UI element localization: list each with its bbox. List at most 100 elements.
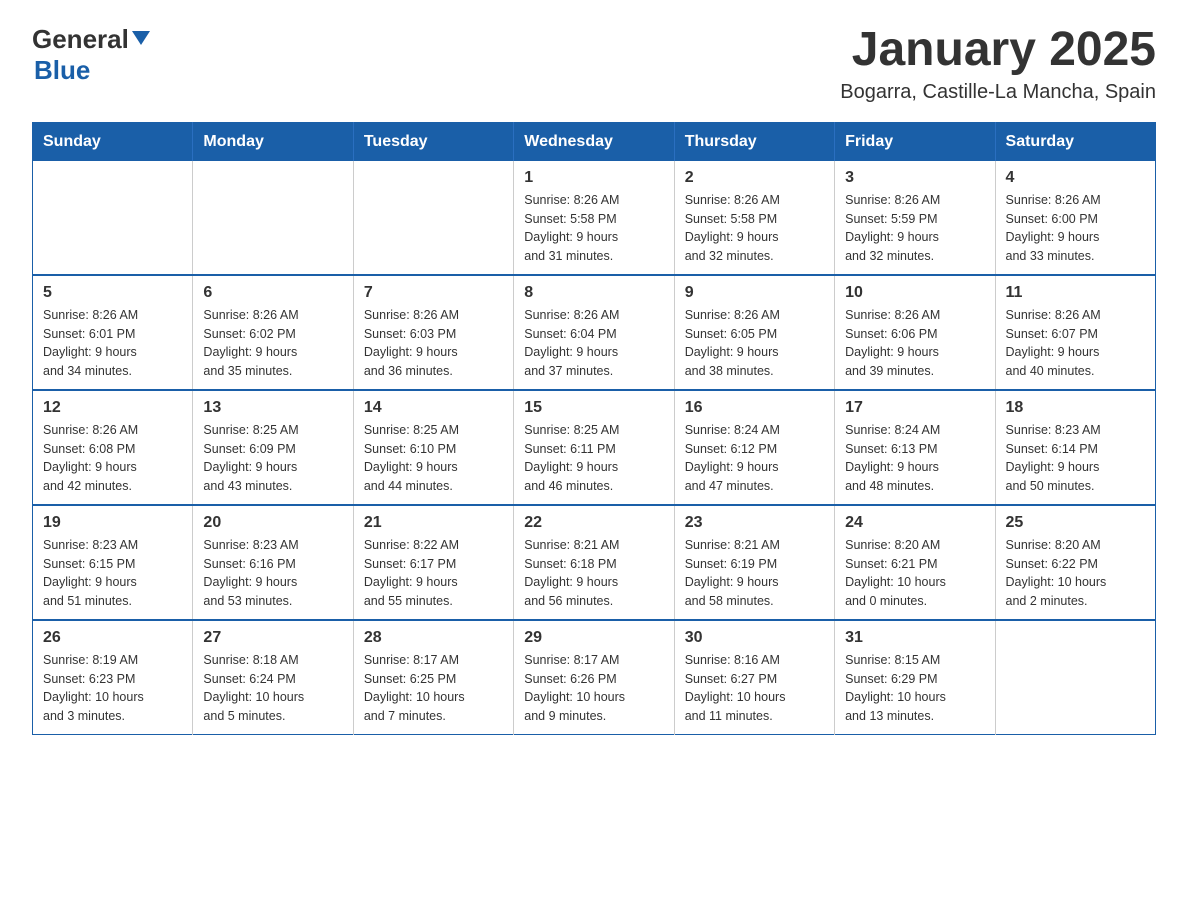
day-info: Sunrise: 8:22 AM Sunset: 6:17 PM Dayligh… [364,536,503,611]
day-info: Sunrise: 8:26 AM Sunset: 6:08 PM Dayligh… [43,421,182,496]
logo-arrow-icon [132,31,150,50]
day-number: 13 [203,399,342,417]
week-row-2: 5 Sunrise: 8:26 AM Sunset: 6:01 PM Daylig… [33,275,1156,390]
day-number: 12 [43,399,182,417]
day-info: Sunrise: 8:26 AM Sunset: 6:06 PM Dayligh… [845,306,984,381]
day-number: 27 [203,629,342,647]
day-number: 17 [845,399,984,417]
day-info: Sunrise: 8:15 AM Sunset: 6:29 PM Dayligh… [845,651,984,726]
day-number: 19 [43,514,182,532]
day-info: Sunrise: 8:26 AM Sunset: 6:04 PM Dayligh… [524,306,663,381]
calendar-cell-w5-d3: 29Sunrise: 8:17 AM Sunset: 6:26 PM Dayli… [514,620,674,735]
calendar-cell-w5-d6 [995,620,1155,735]
day-info: Sunrise: 8:26 AM Sunset: 6:07 PM Dayligh… [1006,306,1145,381]
day-info: Sunrise: 8:23 AM Sunset: 6:16 PM Dayligh… [203,536,342,611]
day-info: Sunrise: 8:16 AM Sunset: 6:27 PM Dayligh… [685,651,824,726]
day-info: Sunrise: 8:21 AM Sunset: 6:19 PM Dayligh… [685,536,824,611]
logo-general-text: General [32,24,129,55]
calendar-cell-w4-d6: 25 Sunrise: 8:20 AM Sunset: 6:22 PM Dayli… [995,505,1155,620]
calendar-cell-w4-d2: 21 Sunrise: 8:22 AM Sunset: 6:17 PM Dayli… [353,505,513,620]
day-number: 29 [524,629,663,647]
day-number: 15 [524,399,663,417]
day-info: Sunrise: 8:25 AM Sunset: 6:11 PM Dayligh… [524,421,663,496]
page-header: General Blue January 2025 Bogarra, Casti… [32,24,1156,104]
calendar-cell-w1-d5: 3 Sunrise: 8:26 AM Sunset: 5:59 PM Daylig… [835,161,995,275]
day-info: Sunrise: 8:26 AM Sunset: 6:00 PM Dayligh… [1006,191,1145,266]
day-info: Sunrise: 8:19 AM Sunset: 6:23 PM Dayligh… [43,651,182,726]
calendar-cell-w5-d2: 28Sunrise: 8:17 AM Sunset: 6:25 PM Dayli… [353,620,513,735]
calendar-cell-w4-d1: 20 Sunrise: 8:23 AM Sunset: 6:16 PM Dayli… [193,505,353,620]
calendar-cell-w1-d4: 2Sunrise: 8:26 AM Sunset: 5:58 PM Daylig… [674,161,834,275]
calendar-cell-w4-d4: 23 Sunrise: 8:21 AM Sunset: 6:19 PM Dayli… [674,505,834,620]
calendar-cell-w1-d6: 4 Sunrise: 8:26 AM Sunset: 6:00 PM Daylig… [995,161,1155,275]
calendar-cell-w2-d6: 11 Sunrise: 8:26 AM Sunset: 6:07 PM Dayli… [995,275,1155,390]
week-row-4: 19 Sunrise: 8:23 AM Sunset: 6:15 PM Dayli… [33,505,1156,620]
day-info: Sunrise: 8:25 AM Sunset: 6:10 PM Dayligh… [364,421,503,496]
day-number: 8 [524,284,663,302]
day-number: 16 [685,399,824,417]
calendar-table: SundayMondayTuesdayWednesdayThursdayFrid… [32,122,1156,735]
header-friday: Friday [835,122,995,161]
day-number: 28 [364,629,503,647]
calendar-title: January 2025 [840,24,1156,77]
calendar-cell-w3-d1: 13Sunrise: 8:25 AM Sunset: 6:09 PM Dayli… [193,390,353,505]
day-info: Sunrise: 8:20 AM Sunset: 6:21 PM Dayligh… [845,536,984,611]
day-info: Sunrise: 8:23 AM Sunset: 6:15 PM Dayligh… [43,536,182,611]
day-info: Sunrise: 8:26 AM Sunset: 6:02 PM Dayligh… [203,306,342,381]
calendar-cell-w5-d5: 31Sunrise: 8:15 AM Sunset: 6:29 PM Dayli… [835,620,995,735]
week-row-1: 1 Sunrise: 8:26 AM Sunset: 5:58 PM Daylig… [33,161,1156,275]
calendar-header-row: SundayMondayTuesdayWednesdayThursdayFrid… [33,122,1156,161]
day-number: 3 [845,169,984,187]
day-number: 24 [845,514,984,532]
calendar-cell-w2-d3: 8 Sunrise: 8:26 AM Sunset: 6:04 PM Daylig… [514,275,674,390]
day-number: 20 [203,514,342,532]
calendar-cell-w3-d3: 15 Sunrise: 8:25 AM Sunset: 6:11 PM Dayli… [514,390,674,505]
calendar-cell-w4-d5: 24 Sunrise: 8:20 AM Sunset: 6:21 PM Dayli… [835,505,995,620]
calendar-cell-w3-d0: 12 Sunrise: 8:26 AM Sunset: 6:08 PM Dayli… [33,390,193,505]
day-info: Sunrise: 8:26 AM Sunset: 5:58 PM Dayligh… [524,191,663,266]
calendar-cell-w1-d3: 1 Sunrise: 8:26 AM Sunset: 5:58 PM Daylig… [514,161,674,275]
day-info: Sunrise: 8:26 AM Sunset: 5:58 PM Dayligh… [685,191,824,266]
calendar-cell-w3-d4: 16 Sunrise: 8:24 AM Sunset: 6:12 PM Dayli… [674,390,834,505]
calendar-cell-w3-d5: 17 Sunrise: 8:24 AM Sunset: 6:13 PM Dayli… [835,390,995,505]
day-info: Sunrise: 8:26 AM Sunset: 5:59 PM Dayligh… [845,191,984,266]
logo: General Blue [32,24,150,86]
day-number: 9 [685,284,824,302]
day-number: 30 [685,629,824,647]
day-number: 10 [845,284,984,302]
day-number: 26 [43,629,182,647]
day-info: Sunrise: 8:20 AM Sunset: 6:22 PM Dayligh… [1006,536,1145,611]
day-number: 4 [1006,169,1145,187]
calendar-title-block: January 2025 Bogarra, Castille-La Mancha… [840,24,1156,104]
day-number: 11 [1006,284,1145,302]
day-number: 1 [524,169,663,187]
day-number: 25 [1006,514,1145,532]
calendar-cell-w1-d0 [33,161,193,275]
calendar-cell-w2-d4: 9 Sunrise: 8:26 AM Sunset: 6:05 PM Daylig… [674,275,834,390]
day-number: 23 [685,514,824,532]
calendar-subtitle: Bogarra, Castille-La Mancha, Spain [840,81,1156,104]
calendar-cell-w2-d1: 6 Sunrise: 8:26 AM Sunset: 6:02 PM Daylig… [193,275,353,390]
day-number: 18 [1006,399,1145,417]
day-number: 5 [43,284,182,302]
week-row-5: 26 Sunrise: 8:19 AM Sunset: 6:23 PM Dayli… [33,620,1156,735]
calendar-cell-w4-d0: 19 Sunrise: 8:23 AM Sunset: 6:15 PM Dayli… [33,505,193,620]
header-saturday: Saturday [995,122,1155,161]
day-info: Sunrise: 8:24 AM Sunset: 6:12 PM Dayligh… [685,421,824,496]
logo-blue-text: Blue [34,55,90,86]
calendar-cell-w5-d0: 26 Sunrise: 8:19 AM Sunset: 6:23 PM Dayli… [33,620,193,735]
day-info: Sunrise: 8:24 AM Sunset: 6:13 PM Dayligh… [845,421,984,496]
day-number: 6 [203,284,342,302]
calendar-cell-w4-d3: 22Sunrise: 8:21 AM Sunset: 6:18 PM Dayli… [514,505,674,620]
day-info: Sunrise: 8:26 AM Sunset: 6:01 PM Dayligh… [43,306,182,381]
header-tuesday: Tuesday [353,122,513,161]
calendar-cell-w1-d1 [193,161,353,275]
week-row-3: 12 Sunrise: 8:26 AM Sunset: 6:08 PM Dayli… [33,390,1156,505]
calendar-cell-w5-d1: 27Sunrise: 8:18 AM Sunset: 6:24 PM Dayli… [193,620,353,735]
header-thursday: Thursday [674,122,834,161]
day-number: 21 [364,514,503,532]
day-info: Sunrise: 8:21 AM Sunset: 6:18 PM Dayligh… [524,536,663,611]
day-info: Sunrise: 8:26 AM Sunset: 6:05 PM Dayligh… [685,306,824,381]
calendar-cell-w2-d2: 7Sunrise: 8:26 AM Sunset: 6:03 PM Daylig… [353,275,513,390]
calendar-cell-w2-d5: 10 Sunrise: 8:26 AM Sunset: 6:06 PM Dayli… [835,275,995,390]
